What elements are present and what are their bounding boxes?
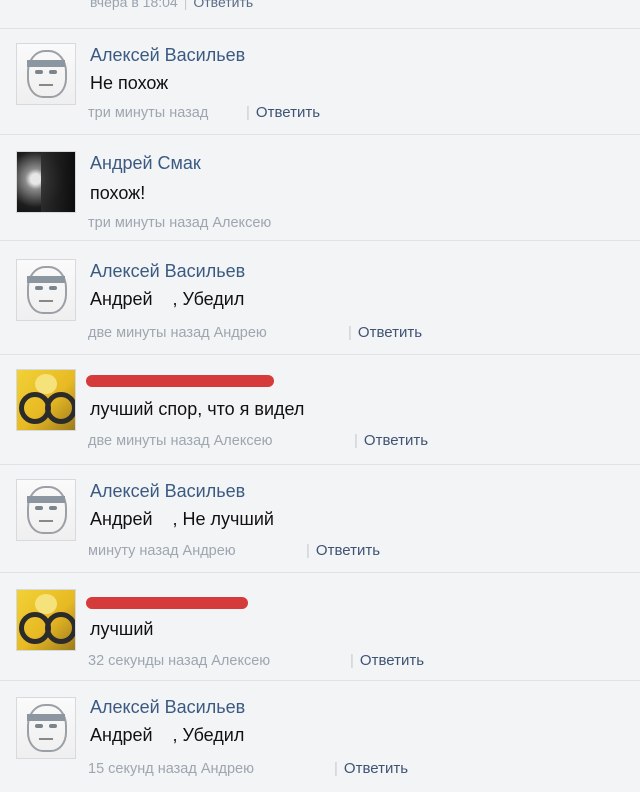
reply-link[interactable]: Ответить [193,0,253,10]
comment-time: 32 секунды назад Алексею [88,653,271,669]
comment-text: похож! [90,183,146,203]
comment-author[interactable]: Алексей Васильев [90,697,245,718]
reply-link[interactable]: Ответить [360,652,424,669]
comment-item: Алексей Васильев Андрей , Не лучший мину… [0,464,640,573]
reply-link-wrap: | Ответить [334,760,409,777]
previous-comment-meta: вчера в 18:04 | Ответить [90,0,253,10]
comment-item: лучший спор, что я видел две минуты наза… [0,354,640,465]
comment-item: Алексей Васильев Не похож три минуты наз… [0,28,640,135]
comment-text: лучший [90,619,154,639]
redacted-author-name [86,597,248,609]
redacted-author-name [86,375,274,387]
reply-link[interactable]: Ответить [256,104,320,121]
avatar[interactable] [16,697,76,759]
comment-text: Андрей , Убедил [90,289,245,309]
avatar[interactable] [16,151,76,213]
avatar[interactable] [16,369,76,431]
comment-item: Андрей Смак похож! три минуты назад Алек… [0,134,640,241]
comment-item: Алексей Васильев Андрей , Убедил две мин… [0,240,640,355]
comment-text: Не похож [90,73,169,93]
comment-text: Андрей , Не лучший [90,509,274,529]
reply-link-wrap: | Ответить [246,104,321,121]
reply-link[interactable]: Ответить [358,324,422,341]
reply-link[interactable]: Ответить [344,760,408,777]
reply-link-wrap: | Ответить [348,324,423,341]
comment-time: две минуты назад Андрею [88,325,267,341]
comment-time: 15 секунд назад Андрею [88,761,254,777]
divider: | [183,0,188,10]
reply-link[interactable]: Ответить [316,542,380,559]
reply-link-wrap: | Ответить [350,652,425,669]
comment-time: две минуты назад Алексею [88,433,273,449]
previous-comment-time: вчера в 18:04 [90,0,178,10]
comment-author[interactable]: Андрей Смак [90,153,201,174]
comment-author[interactable]: Алексей Васильев [90,261,245,282]
comment-text: Андрей , Убедил [90,725,245,745]
reply-link-wrap: | Ответить [306,542,381,559]
reply-link-wrap: | Ответить [354,432,429,449]
comment-time: три минуты назад Алексею [88,215,272,231]
comment-author[interactable]: Алексей Васильев [90,45,245,66]
comment-item: лучший 32 секунды назад Алексею | Ответит… [0,572,640,681]
avatar[interactable] [16,589,76,651]
avatar[interactable] [16,259,76,321]
comment-author[interactable]: Алексей Васильев [90,481,245,502]
avatar[interactable] [16,43,76,105]
comment-time: минуту назад Андрею [88,543,236,559]
comment-item: Алексей Васильев Андрей , Убедил 15 секу… [0,680,640,792]
reply-link[interactable]: Ответить [364,432,428,449]
comment-text: лучший спор, что я видел [90,399,305,419]
avatar[interactable] [16,479,76,541]
comment-time: три минуты назад [88,105,209,121]
